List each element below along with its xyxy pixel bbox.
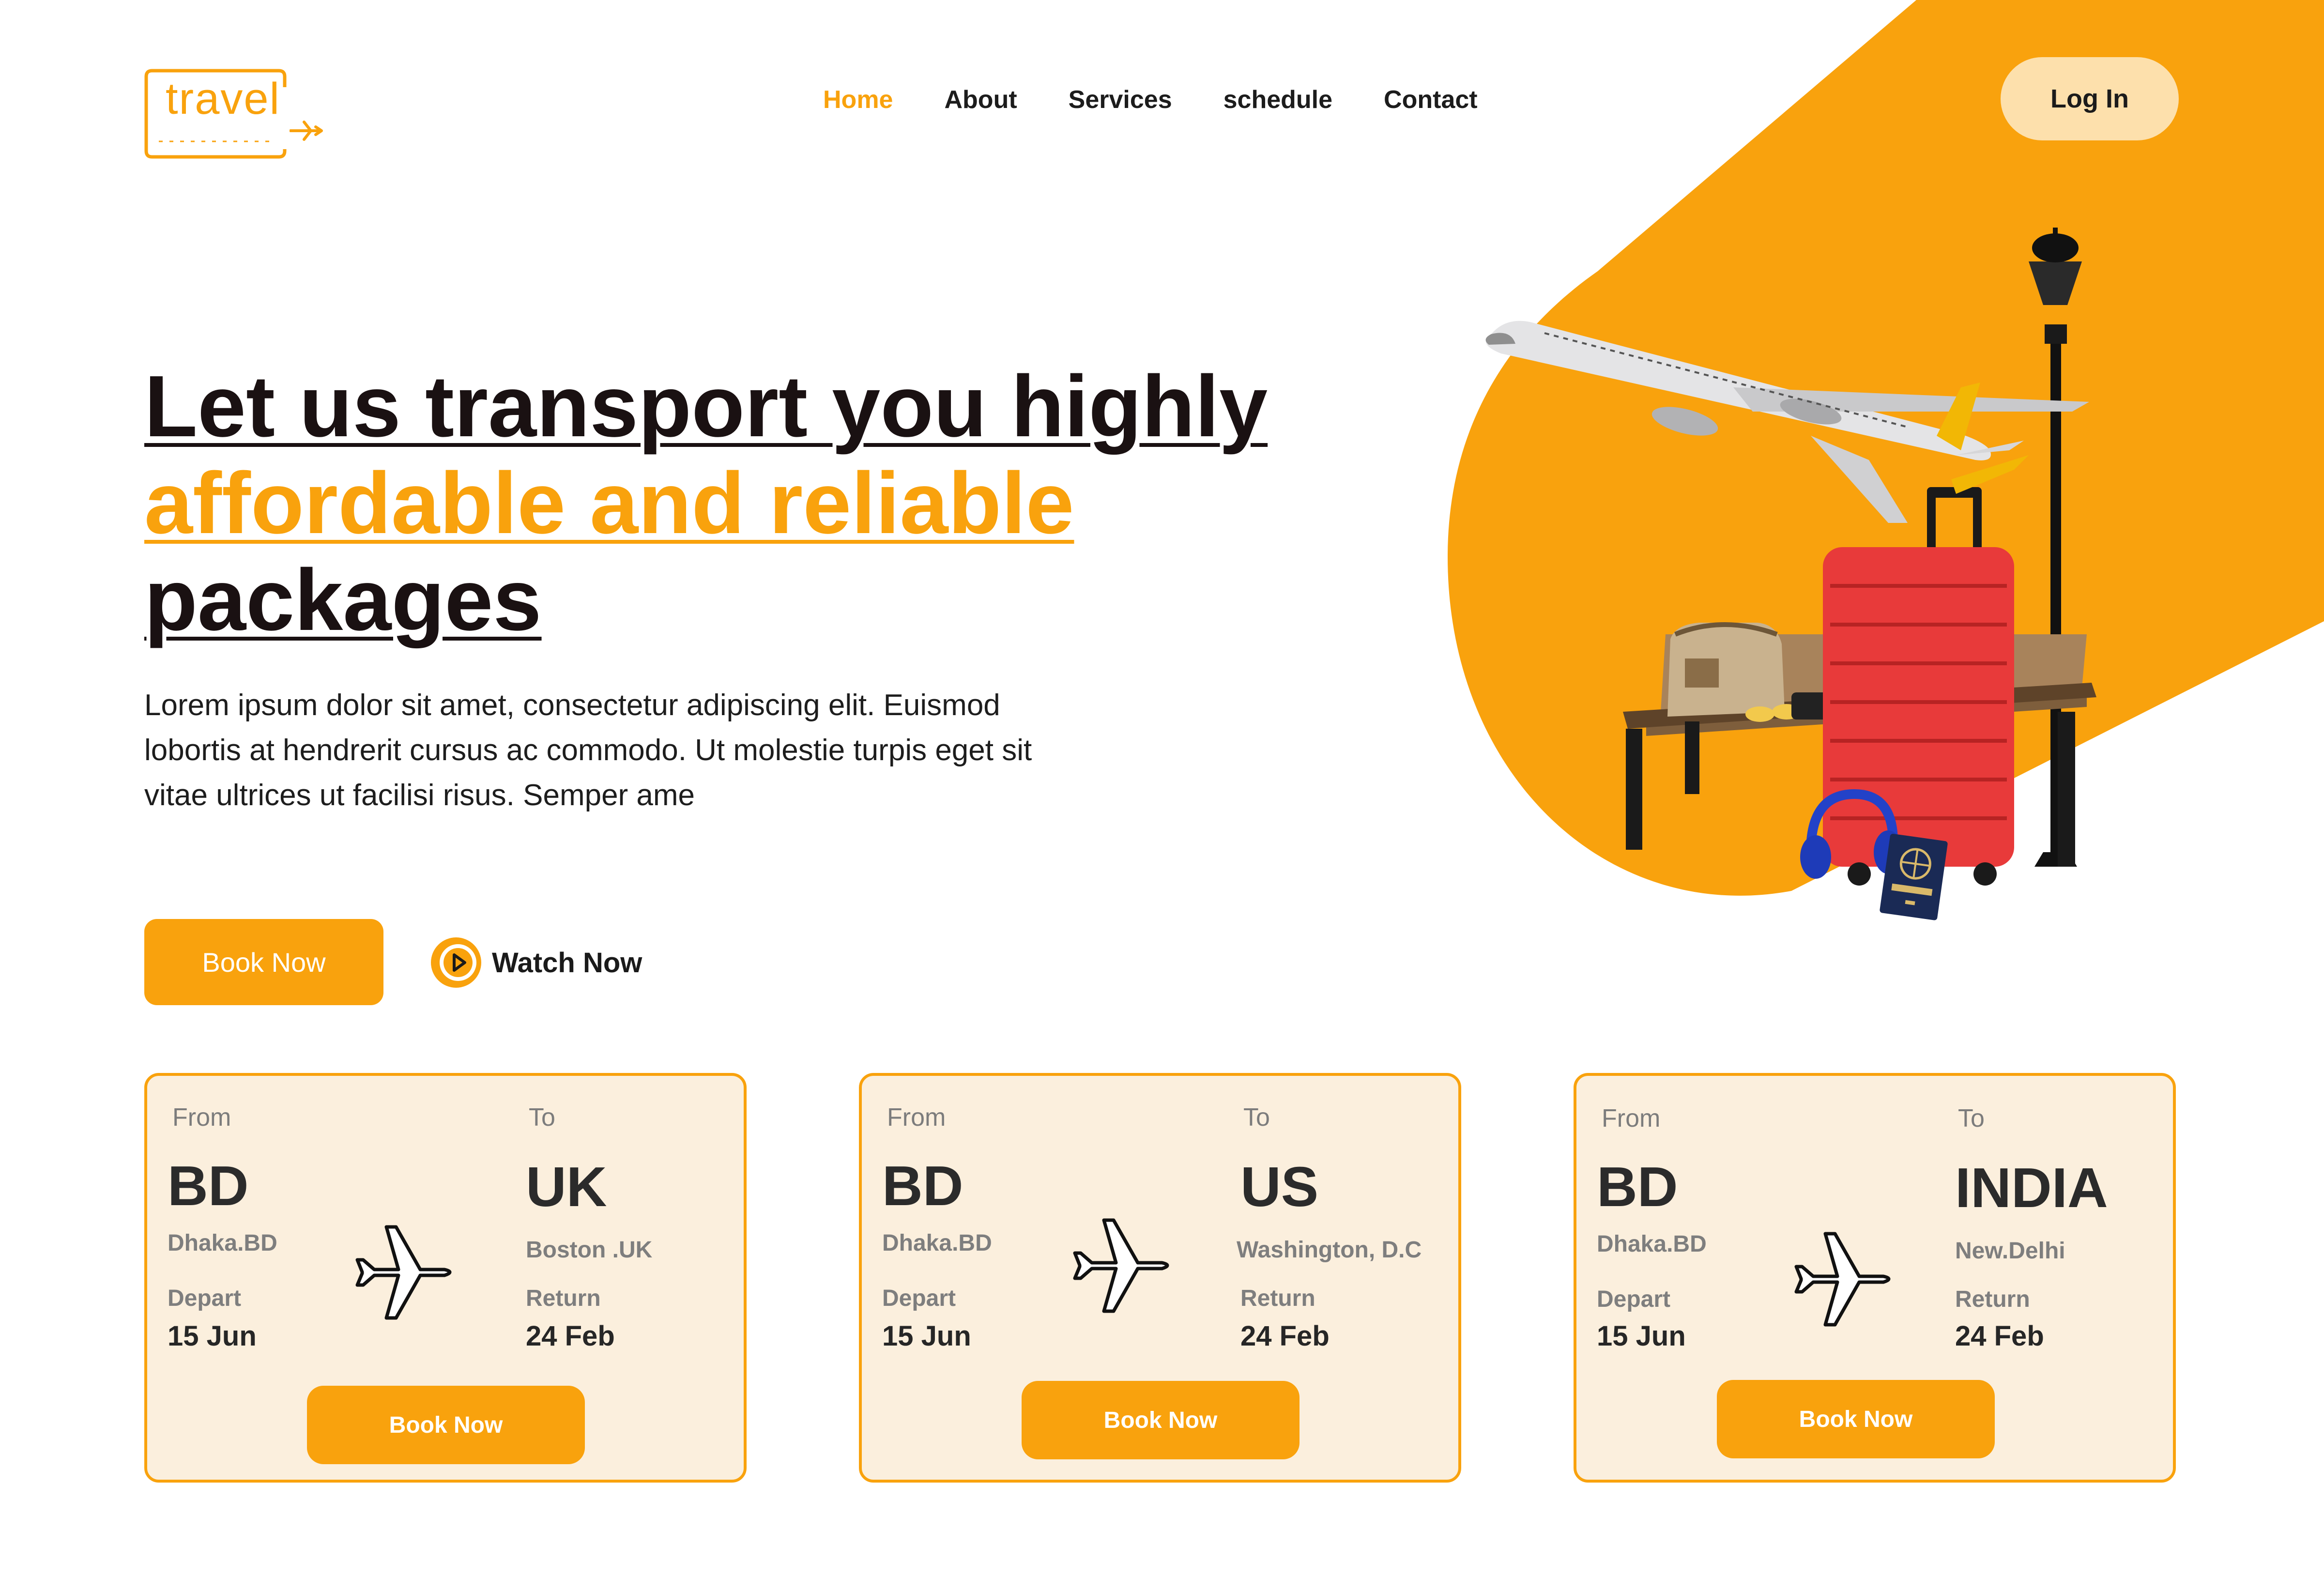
depart-label: Depart xyxy=(1597,1286,1671,1312)
nav-services[interactable]: Services xyxy=(1069,85,1172,124)
depart-label: Depart xyxy=(882,1286,956,1311)
login-button[interactable]: Log In xyxy=(2001,57,2179,140)
from-city: Dhaka.BD xyxy=(882,1230,992,1256)
play-circle-icon xyxy=(431,937,481,988)
return-label: Return xyxy=(526,1286,601,1311)
from-city: Dhaka.BD xyxy=(168,1230,277,1256)
from-label: From xyxy=(172,1103,231,1132)
return-label: Return xyxy=(1240,1286,1315,1311)
from-code: BD xyxy=(168,1154,249,1217)
nav-home[interactable]: Home xyxy=(823,85,893,124)
headline-line-3: packages xyxy=(144,551,542,649)
to-label: To xyxy=(1243,1103,1270,1132)
headline-line-2: affordable and reliable xyxy=(144,455,1074,552)
airplane-arrow-icon xyxy=(290,121,323,141)
logo-text: travel xyxy=(166,74,280,123)
from-code: BD xyxy=(882,1154,963,1217)
to-city: New.Delhi xyxy=(1955,1238,2065,1264)
airplane-icon xyxy=(1794,1232,1891,1327)
return-date: 24 Feb xyxy=(1240,1320,1330,1352)
depart-date: 15 Jun xyxy=(1597,1320,1686,1352)
suitcase-icon xyxy=(1823,487,2014,886)
hero-description: Lorem ipsum dolor sit amet, consectetur … xyxy=(144,689,1032,812)
from-code: BD xyxy=(1597,1155,1678,1218)
return-date: 24 Feb xyxy=(526,1320,615,1352)
from-city: Dhaka.BD xyxy=(1597,1231,1707,1257)
airplane-icon xyxy=(1485,321,2089,523)
main-nav: Home About Services schedule Contact xyxy=(823,85,1529,124)
from-label: From xyxy=(1602,1104,1661,1133)
to-city: Boston .UK xyxy=(526,1237,653,1263)
book-now-button[interactable]: Book Now xyxy=(144,919,383,1005)
to-label: To xyxy=(529,1103,555,1132)
watch-now-label: Watch Now xyxy=(492,947,642,979)
watch-now-button[interactable]: Watch Now xyxy=(427,933,642,993)
travel-illustration xyxy=(1485,228,2096,920)
to-label: To xyxy=(1958,1104,1985,1133)
to-city: Washington, D.C xyxy=(1237,1237,1422,1263)
depart-date: 15 Jun xyxy=(168,1320,257,1352)
airplane-icon xyxy=(355,1225,452,1320)
depart-label: Depart xyxy=(168,1286,242,1311)
nav-contact[interactable]: Contact xyxy=(1384,85,1478,124)
to-code: INDIA xyxy=(1955,1156,2108,1219)
return-label: Return xyxy=(1955,1286,2030,1312)
passport-icon xyxy=(1880,834,1948,920)
to-code: US xyxy=(1240,1155,1319,1218)
nav-schedule[interactable]: schedule xyxy=(1223,85,1332,124)
card-book-now-button[interactable]: Book Now xyxy=(1717,1380,1995,1458)
flight-card: From To BD UK Dhaka.BD Boston .UK Depart… xyxy=(144,1073,747,1483)
nav-about[interactable]: About xyxy=(944,85,1017,124)
headline-line-1: Let us transport you highly xyxy=(144,358,1268,455)
card-book-now-button[interactable]: Book Now xyxy=(1022,1381,1300,1459)
airplane-icon xyxy=(1073,1218,1169,1313)
return-date: 24 Feb xyxy=(1955,1320,2044,1352)
hero-headline: Let us transport you highly affordable a… xyxy=(144,358,1306,649)
flight-card: From To BD US Dhaka.BD Washington, D.C D… xyxy=(859,1073,1461,1483)
to-code: UK xyxy=(526,1155,607,1218)
flight-card: From To BD INDIA Dhaka.BD New.Delhi Depa… xyxy=(1574,1073,2176,1483)
logo[interactable]: travel xyxy=(144,68,323,160)
depart-date: 15 Jun xyxy=(882,1320,971,1352)
bag-icon xyxy=(1667,622,1785,717)
from-label: From xyxy=(887,1103,946,1132)
card-book-now-button[interactable]: Book Now xyxy=(307,1386,585,1464)
